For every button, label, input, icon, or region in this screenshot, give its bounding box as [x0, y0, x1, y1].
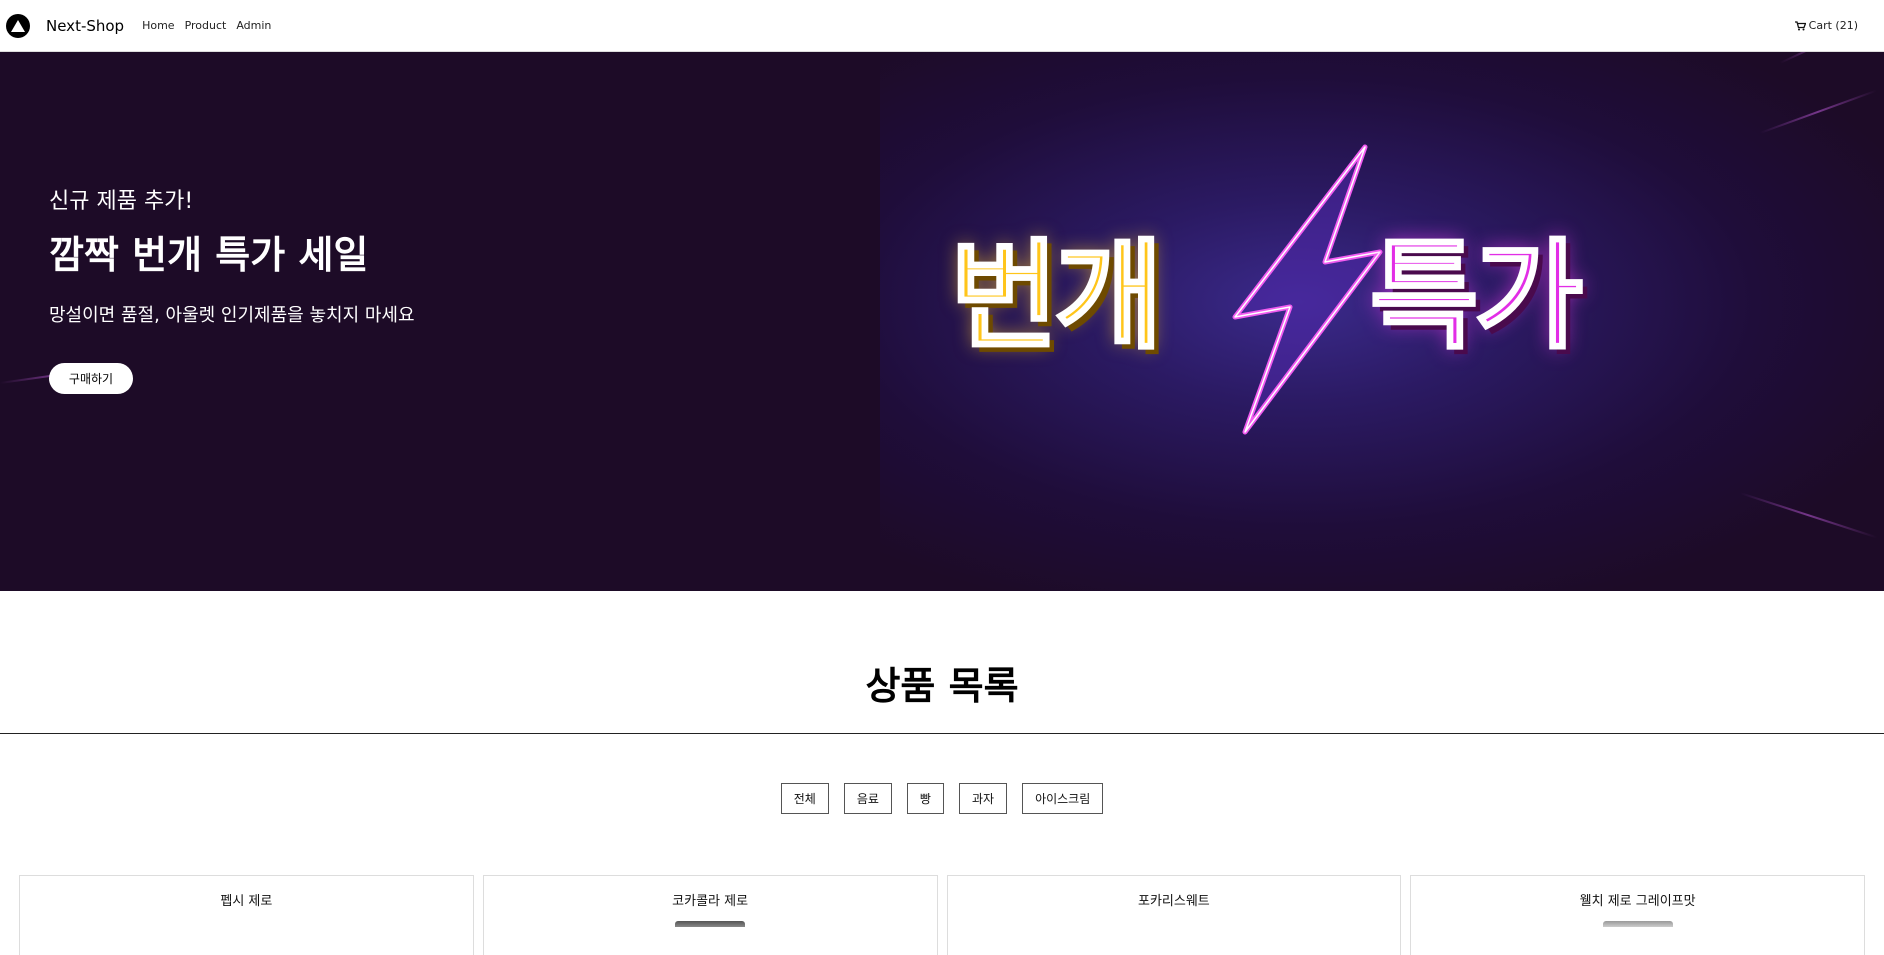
filter-drinks-button[interactable]: 음료	[843, 783, 892, 814]
top-navbar: Next-Shop Home Product Admin Cart (21)	[0, 0, 1884, 52]
hero-subtitle: 신규 제품 추가!	[49, 189, 194, 214]
product-image	[675, 921, 746, 927]
brand-logo-icon[interactable]	[6, 13, 30, 38]
product-card[interactable]: 웰치 제로 그레이프맛	[1410, 875, 1865, 955]
product-grid: 펩시 제로 코카콜라 제로 포카리스웨트 웰치 제로 그레이프맛	[19, 875, 1865, 955]
banner-text-left: 번개	[948, 226, 1164, 367]
nav-link-home[interactable]: Home	[142, 19, 174, 32]
nav-link-admin[interactable]: Admin	[236, 19, 271, 32]
product-card[interactable]: 코카콜라 제로	[482, 875, 938, 955]
cart-label: Cart (21)	[1808, 19, 1858, 32]
product-name: 코카콜라 제로	[672, 894, 749, 909]
product-card[interactable]: 포카리스웨트	[946, 875, 1402, 955]
cart-link[interactable]: Cart (21)	[1794, 19, 1858, 32]
product-image	[1602, 921, 1673, 927]
lightning-sale-banner-image: 번개 특가	[930, 142, 1670, 442]
product-name: 펩시 제로	[220, 894, 273, 909]
banner-text-right: 특가	[1368, 226, 1584, 367]
cart-icon	[1794, 20, 1806, 30]
hero-banner: 신규 제품 추가! 깜짝 번개 특가 세일 망설이면 품절, 아울렛 인기제품을…	[0, 52, 1884, 591]
nav-link-product[interactable]: Product	[185, 19, 227, 32]
hero-description: 망설이면 품절, 아울렛 인기제품을 놓치지 마세요	[49, 305, 415, 326]
brand-name[interactable]: Next-Shop	[46, 17, 124, 35]
product-card[interactable]: 펩시 제로	[19, 875, 474, 955]
filter-bread-button[interactable]: 빵	[906, 783, 944, 814]
hero-title: 깜짝 번개 특가 세일	[49, 233, 369, 277]
filter-all-button[interactable]: 전체	[780, 783, 829, 814]
product-name: 웰치 제로 그레이프맛	[1579, 894, 1696, 909]
product-list-title: 상품 목록	[865, 664, 1019, 708]
category-filter-bar: 전체 음료 빵 과자 아이스크림	[0, 783, 1884, 814]
section-divider	[0, 733, 1884, 734]
filter-icecream-button[interactable]: 아이스크림	[1022, 783, 1104, 814]
buy-now-button[interactable]: 구매하기	[49, 363, 133, 394]
filter-snacks-button[interactable]: 과자	[958, 783, 1008, 814]
product-name: 포카리스웨트	[1137, 894, 1210, 909]
